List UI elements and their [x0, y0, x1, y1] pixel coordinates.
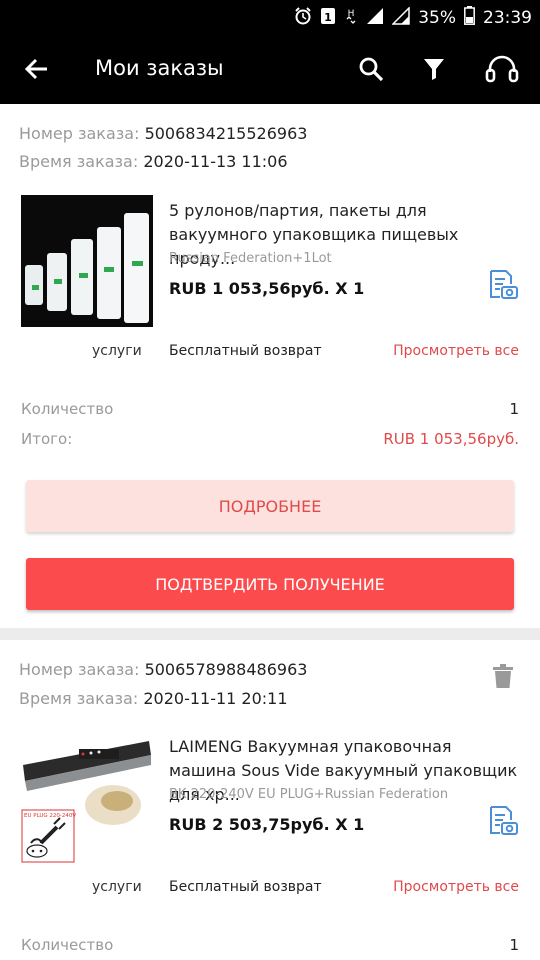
order-number-row: Номер заказа: 5006834215526963	[19, 124, 307, 143]
quantity-label: Количество	[21, 400, 114, 418]
filter-icon	[424, 59, 444, 80]
svg-text:1: 1	[324, 11, 332, 24]
filter-button[interactable]	[421, 56, 447, 82]
search-button[interactable]	[358, 56, 384, 82]
total-label: Итого:	[21, 430, 73, 448]
details-button[interactable]: ПОДРОБНЕЕ	[26, 480, 514, 532]
product-price: RUB 2 503,75руб. X 1	[169, 815, 365, 834]
order-number: 5006834215526963	[144, 124, 308, 143]
quantity-value: 1	[509, 936, 519, 954]
order-time-label: Время заказа:	[19, 152, 139, 171]
delete-order-button[interactable]	[492, 664, 514, 688]
product-variant: BK 220-240V EU PLUG+Russian Federation	[169, 787, 449, 802]
services-label: услуги	[92, 879, 142, 895]
support-button[interactable]	[484, 52, 520, 88]
order-time-row: Время заказа: 2020-11-11 20:11	[19, 689, 288, 708]
services-value: Бесплатный возврат	[169, 879, 322, 895]
services-value: Бесплатный возврат	[169, 343, 322, 359]
total-value: RUB 1 053,56руб.	[383, 430, 519, 448]
trash-icon	[493, 664, 513, 688]
product-image[interactable]: EU PLUG 220-240V	[21, 731, 153, 863]
clock: 23:39	[483, 8, 532, 28]
arrow-left-icon	[24, 58, 47, 80]
product-image[interactable]	[21, 195, 153, 327]
photo-review-icon	[490, 806, 518, 835]
battery-percent: 35%	[418, 8, 456, 28]
services-label: услуги	[92, 343, 142, 359]
photo-review-button[interactable]	[487, 805, 519, 837]
signal-icon-2	[391, 5, 410, 30]
order-number-row: Номер заказа: 5006578988486963	[19, 660, 307, 679]
view-all-link[interactable]: Просмотреть все	[393, 343, 519, 359]
battery-icon	[464, 6, 475, 30]
network-h-icon: H	[344, 7, 358, 30]
view-all-link[interactable]: Просмотреть все	[393, 879, 519, 895]
search-icon	[359, 57, 384, 82]
order-time-label: Время заказа:	[19, 689, 139, 708]
order-number: 5006578988486963	[144, 660, 308, 679]
order-divider	[0, 628, 540, 640]
sim-icon: 1	[320, 7, 336, 30]
page-title: Мои заказы	[95, 56, 224, 80]
order-number-label: Номер заказа:	[19, 660, 140, 679]
back-button[interactable]	[22, 54, 52, 84]
product-price: RUB 1 053,56руб. X 1	[169, 279, 365, 298]
status-bar: 1 H 35% 23:39	[0, 0, 540, 34]
photo-review-icon	[490, 270, 518, 299]
quantity-label: Количество	[21, 936, 114, 954]
photo-review-button[interactable]	[487, 269, 519, 301]
headset-icon	[485, 55, 519, 83]
order-time: 2020-11-13 11:06	[143, 152, 288, 171]
quantity-value: 1	[509, 400, 519, 418]
signal-icon	[366, 7, 384, 30]
product-variant: Russian Federation+1Lot	[169, 251, 332, 266]
order-time-row: Время заказа: 2020-11-13 11:06	[19, 152, 288, 171]
alarm-icon	[294, 6, 312, 30]
order-number-label: Номер заказа:	[19, 124, 140, 143]
app-bar: Мои заказы	[0, 34, 540, 104]
confirm-receipt-button[interactable]: ПОДТВЕРДИТЬ ПОЛУЧЕНИЕ	[26, 558, 514, 610]
order-time: 2020-11-11 20:11	[143, 689, 288, 708]
plug-label: EU PLUG 220-240V	[24, 813, 76, 819]
